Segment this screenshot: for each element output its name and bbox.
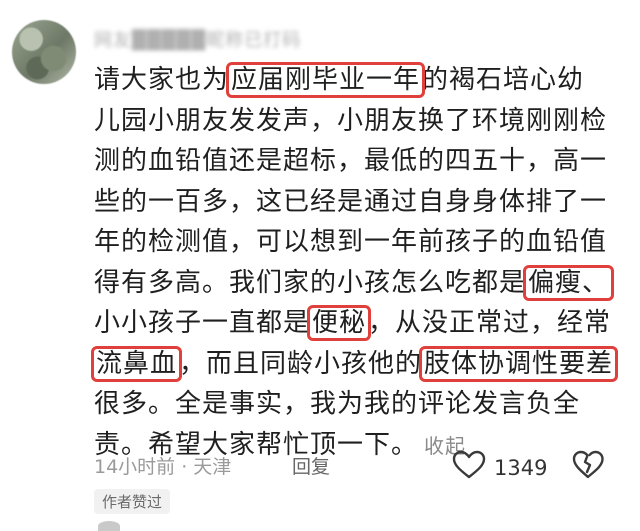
comment-line-6: 得有多高。我们家的小孩怎么吃都是偏瘦、 [94, 263, 634, 304]
comment-text: 请大家也为应届刚毕业一年的褐石培心幼 儿园小朋友发发声，小朋友换了环境刚刚检 测… [90, 60, 634, 465]
text-segment: 的褐石培心幼 [422, 65, 585, 95]
text-segment: 请大家也为 [94, 65, 230, 95]
broken-heart-icon [572, 450, 604, 485]
username[interactable]: 网友█████昵称已打码 [94, 26, 301, 52]
comment-line-3: 测的血铅值还是超标，最低的四五十，高一 [94, 146, 608, 176]
comment-line-2: 儿园小朋友发发声，小朋友换了环境刚刚检 [94, 105, 608, 136]
like-button[interactable]: 1349 [452, 450, 547, 485]
heart-icon [452, 450, 486, 485]
text-segment: 小小孩子一直都是 [94, 308, 311, 338]
comment-line-5: 年的检测值，可以想到一年前孩子的血铅值 [94, 227, 608, 257]
highlight-box-thin: 偏瘦、 [523, 264, 615, 301]
next-comment-avatar [98, 521, 120, 531]
like-count: 1349 [494, 455, 548, 480]
comment-line-1: 请大家也为应届刚毕业一年的褐石培心幼 [94, 60, 634, 101]
highlight-box-graduate: 应届刚毕业一年 [226, 62, 426, 98]
text-segment: ，从没正常过，经常 [368, 308, 612, 338]
highlight-box-constipation: 便秘 [307, 305, 372, 341]
comment-meta: 14小时前 · 天津 回复 1349 [94, 450, 614, 480]
avatar[interactable] [12, 20, 76, 84]
comment-line-8: 流鼻血，而且同龄小孩他的肢体协调性要差 [90, 344, 634, 385]
author-liked-badge: 作者赞过 [94, 489, 171, 514]
comment-line-9: 很多。全是事实，我为我的评论发言负全 [94, 389, 581, 419]
reply-button[interactable]: 回复 [292, 452, 330, 479]
text-segment: 得有多高。我们家的小孩怎么吃都是 [94, 267, 527, 298]
comment-line-7: 小小孩子一直都是便秘，从没正常过，经常 [94, 303, 634, 344]
comment-line-4: 些的一百多，这已经是通过自身身体排了一 [94, 186, 608, 217]
dislike-button[interactable] [572, 450, 604, 485]
timestamp-location: 14小时前 · 天津 [94, 456, 232, 478]
text-segment: ，而且同龄小孩他的 [179, 348, 423, 379]
highlight-box-coordination: 肢体协调性要差 [419, 345, 619, 382]
highlight-box-nosebleed: 流鼻血 [90, 345, 183, 382]
